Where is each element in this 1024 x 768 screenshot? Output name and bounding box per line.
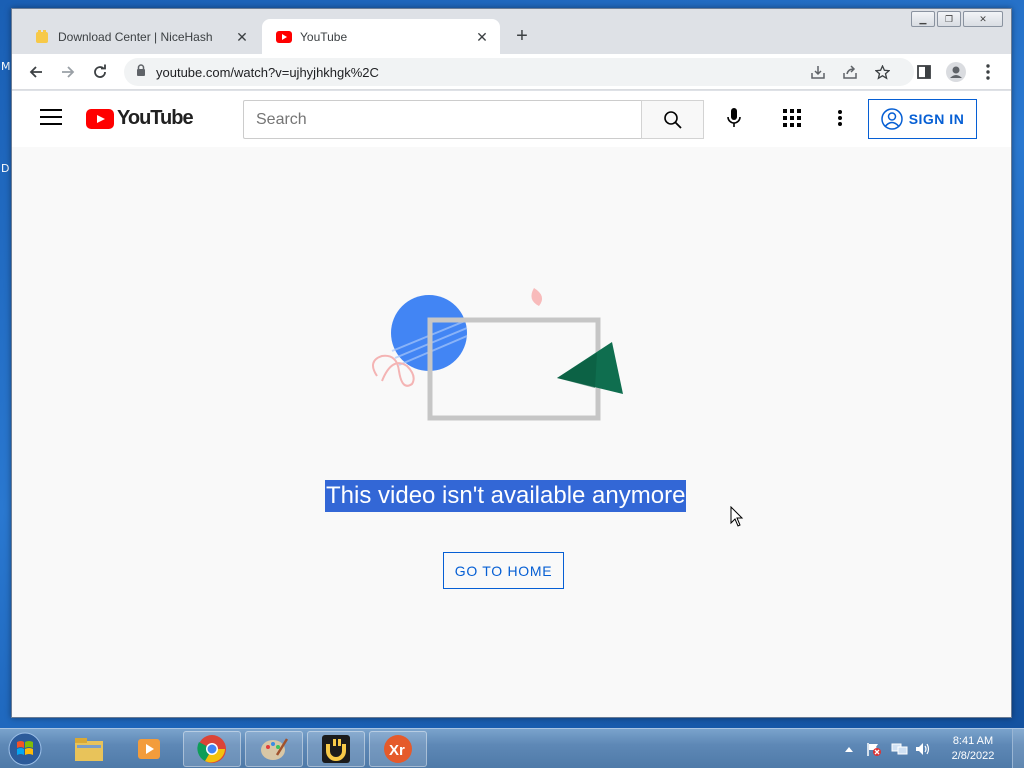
tab-title: YouTube — [300, 29, 348, 44]
volume-icon[interactable] — [915, 741, 931, 762]
paint-palette-icon — [261, 738, 289, 760]
tray-expand-icon[interactable] — [842, 742, 856, 756]
unavailable-video-illustration — [372, 288, 623, 421]
browser-menu-icon[interactable] — [974, 58, 1002, 86]
bookmark-star-icon[interactable] — [874, 64, 890, 80]
settings-more-icon[interactable] — [830, 104, 850, 132]
youtube-header: YouTube Search SIGN IN — [12, 91, 1011, 147]
start-button[interactable] — [5, 731, 45, 767]
search-icon — [663, 110, 682, 129]
folder-icon — [75, 738, 103, 761]
tab-strip: Download Center | NiceHash ✕ YouTube ✕ +… — [12, 9, 1011, 54]
voice-search-mic-icon[interactable] — [720, 104, 748, 132]
windows-logo-icon — [8, 732, 42, 766]
network-icon[interactable] — [891, 741, 909, 762]
logo-wordmark: YouTube — [117, 107, 194, 129]
install-icon[interactable] — [810, 64, 826, 80]
browser-toolbar: youtube.com/watch?v=ujhyjhkhgk%2C — [12, 54, 1011, 90]
action-center-flag-icon[interactable] — [866, 741, 882, 762]
apps-grid-icon[interactable] — [778, 104, 806, 132]
tab-youtube[interactable]: YouTube ✕ — [262, 19, 500, 54]
address-bar[interactable]: youtube.com/watch?v=ujhyjhkhgk%2C — [124, 58, 914, 86]
sign-in-button[interactable]: SIGN IN — [868, 99, 977, 139]
forward-icon[interactable] — [54, 58, 82, 86]
taskbar-chrome[interactable] — [183, 731, 241, 767]
xr-app-icon: Xr — [384, 735, 412, 763]
desktop-edge-text: M — [1, 60, 11, 73]
minimize-button[interactable]: ▁ — [911, 11, 935, 27]
desktop-edge-text: D — [1, 162, 10, 175]
hamburger-menu-icon[interactable] — [40, 109, 62, 129]
search-placeholder: Search — [256, 110, 307, 128]
clock-time: 8:41 AM — [952, 735, 994, 747]
youtube-logo[interactable]: YouTube — [86, 107, 194, 130]
close-window-button[interactable]: ✕ — [963, 11, 1003, 27]
account-circle-icon — [880, 108, 903, 130]
youtube-page: YouTube Search SIGN IN This video isn't … — [12, 91, 1011, 717]
system-clock[interactable]: 8:41 AM 2/8/2022 — [938, 734, 1008, 764]
taskbar-xr-app[interactable]: Xr — [369, 731, 427, 767]
back-icon[interactable] — [22, 58, 50, 86]
media-player-icon — [138, 739, 160, 759]
lock-icon[interactable] — [136, 63, 146, 81]
tab-nicehash[interactable]: Download Center | NiceHash ✕ — [20, 19, 260, 54]
show-desktop-button[interactable] — [1012, 729, 1024, 768]
search-button[interactable] — [641, 100, 704, 139]
window-controls: ▁ ❐ ✕ — [911, 11, 1003, 27]
go-to-home-button[interactable]: GO TO HOME — [443, 552, 564, 589]
nicehash-favicon-icon — [34, 29, 50, 45]
error-message: This video isn't available anymore — [325, 480, 687, 512]
sign-in-label: SIGN IN — [908, 111, 965, 127]
mouse-cursor-icon — [730, 506, 744, 527]
close-tab-icon[interactable]: ✕ — [234, 29, 250, 45]
reload-icon[interactable] — [86, 58, 114, 86]
tab-title: Download Center | NiceHash — [58, 29, 213, 44]
share-icon[interactable] — [842, 64, 858, 80]
svg-text:Xr: Xr — [389, 742, 405, 759]
profile-avatar-icon[interactable] — [942, 58, 970, 86]
youtube-play-icon — [86, 108, 114, 129]
taskbar-nicehash[interactable] — [307, 731, 365, 767]
new-tab-button[interactable]: + — [510, 25, 534, 49]
browser-window: Download Center | NiceHash ✕ YouTube ✕ +… — [11, 8, 1012, 718]
maximize-button[interactable]: ❐ — [937, 11, 961, 27]
nicehash-icon — [322, 735, 350, 763]
windows-taskbar: Xr 8:41 AM 2/8/2022 — [0, 728, 1024, 768]
taskbar-paint[interactable] — [245, 731, 303, 767]
search-input[interactable]: Search — [243, 100, 641, 139]
taskbar-media-player[interactable] — [120, 731, 178, 767]
side-panel-icon[interactable] — [910, 58, 938, 86]
close-tab-icon[interactable]: ✕ — [474, 29, 490, 45]
clock-date: 2/8/2022 — [951, 750, 995, 762]
youtube-favicon-icon — [276, 29, 292, 45]
chrome-icon — [197, 735, 226, 763]
url-text: youtube.com/watch?v=ujhyjhkhgk%2C — [156, 64, 379, 80]
taskbar-explorer[interactable] — [60, 731, 118, 767]
